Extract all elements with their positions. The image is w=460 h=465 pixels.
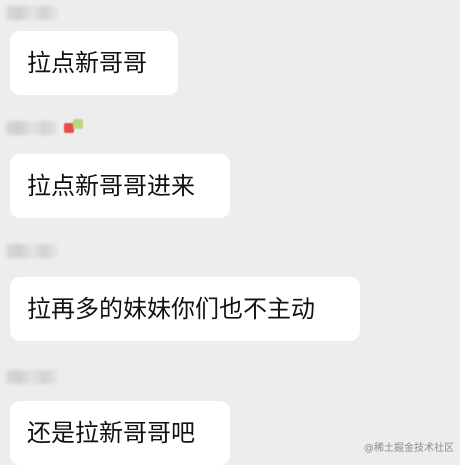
watermark: @稀土掘金技术社区 <box>364 443 454 454</box>
blurred-name <box>6 121 58 135</box>
blurred-name <box>6 6 58 20</box>
sender-name-redacted <box>6 366 76 386</box>
message-bubble[interactable]: 还是拉新哥哥吧 <box>10 401 230 465</box>
blurred-name <box>6 244 58 258</box>
message-bubble[interactable]: 拉点新哥哥 <box>10 31 178 95</box>
message-bubble[interactable]: 拉再多的妹妹你们也不主动 <box>10 277 360 341</box>
message-text: 拉点新哥哥 <box>27 49 147 77</box>
emoji-icon <box>64 119 84 137</box>
message-text: 还是拉新哥哥吧 <box>27 419 195 447</box>
message-text: 拉点新哥哥进来 <box>27 172 195 200</box>
chat-window: 拉点新哥哥 拉点新哥哥进来 拉再多的妹妹你们也不主动 还是拉新哥哥吧 @稀土掘金… <box>0 0 460 465</box>
message-text: 拉再多的妹妹你们也不主动 <box>27 295 315 323</box>
sender-name-redacted <box>6 2 76 22</box>
sender-name-redacted <box>6 240 76 260</box>
blurred-name <box>6 370 58 384</box>
sender-name-redacted <box>6 117 83 137</box>
message-bubble[interactable]: 拉点新哥哥进来 <box>10 154 230 218</box>
